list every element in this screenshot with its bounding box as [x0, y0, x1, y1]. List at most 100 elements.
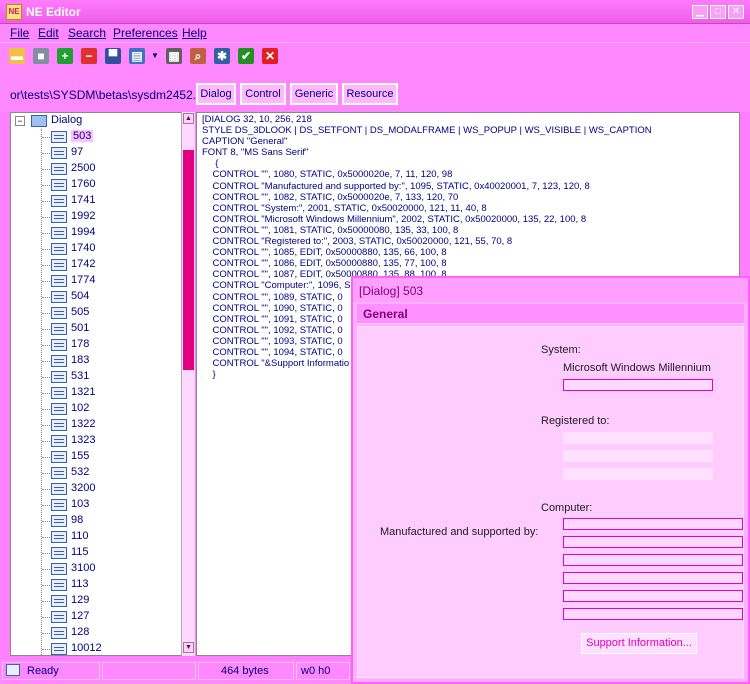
- scroll-down-arrow-icon[interactable]: ▼: [183, 642, 194, 653]
- export-icon[interactable]: ▤: [129, 48, 145, 64]
- code-line: FONT 8, "MS Sans Serif": [202, 147, 309, 159]
- menu-preferences[interactable]: Preferences: [113, 26, 178, 40]
- tree-item-label: 110: [71, 530, 89, 542]
- tree-item[interactable]: 127: [11, 609, 181, 625]
- minimize-button[interactable]: ▁: [692, 5, 708, 19]
- menu-help[interactable]: Help: [182, 26, 207, 40]
- tree-item[interactable]: 110: [11, 529, 181, 545]
- preview-title-bar[interactable]: [Dialog] 503: [353, 278, 748, 302]
- save-icon[interactable]: ■: [33, 48, 49, 64]
- system-extra-field: [563, 379, 713, 391]
- tree-connector: [42, 361, 50, 362]
- tree-item[interactable]: 3200: [11, 481, 181, 497]
- apply-check-icon[interactable]: ✔: [238, 48, 254, 64]
- dialog-resource-icon: [51, 483, 67, 495]
- tree-item-label: 1740: [71, 242, 96, 254]
- tree-item[interactable]: 1774: [11, 273, 181, 289]
- code-line: CONTROL "Registered to:", 2003, STATIC, …: [202, 236, 513, 248]
- tree-item[interactable]: 1323: [11, 433, 181, 449]
- collapse-toggle-icon[interactable]: −: [15, 116, 25, 126]
- tree-item[interactable]: 128: [11, 625, 181, 641]
- add-icon[interactable]: +: [57, 48, 73, 64]
- tree-item[interactable]: 2500: [11, 161, 181, 177]
- close-button[interactable]: ✕: [728, 5, 744, 19]
- tree-connector: [42, 249, 50, 250]
- maximize-button[interactable]: □: [710, 5, 726, 19]
- tree-connector: [42, 393, 50, 394]
- menu-edit[interactable]: Edit: [38, 26, 59, 40]
- tree-item[interactable]: 1992: [11, 209, 181, 225]
- scroll-up-arrow-icon[interactable]: ▲: [183, 113, 194, 124]
- tree-scrollbar[interactable]: ▲ ▼: [181, 112, 195, 656]
- tree-item[interactable]: 1740: [11, 241, 181, 257]
- export-dropdown-arrow-icon[interactable]: ▼: [151, 51, 159, 60]
- registered-org-field[interactable]: [563, 450, 713, 462]
- remove-icon[interactable]: −: [81, 48, 97, 64]
- support-information-button[interactable]: Support Information...: [581, 633, 697, 654]
- tree-item[interactable]: 113: [11, 577, 181, 593]
- tree-item-label: 98: [71, 514, 84, 526]
- tab-resource[interactable]: Resource: [342, 83, 398, 105]
- tree-item[interactable]: 178: [11, 337, 181, 353]
- dialog-resource-icon: [51, 419, 67, 431]
- tree-item[interactable]: 501: [11, 321, 181, 337]
- tree-connector: [42, 505, 50, 506]
- toolbar: ▬ ■ + − ▀ ▤ ▦ ⌕ ✱ ✔ ✕ ▼: [0, 42, 750, 70]
- monitor-icon[interactable]: ▀: [105, 48, 121, 64]
- tree-item-label: 127: [71, 610, 90, 622]
- menu-file[interactable]: File: [10, 26, 29, 40]
- tab-generic[interactable]: Generic: [290, 83, 338, 105]
- tree-item[interactable]: 505: [11, 305, 181, 321]
- tree-item[interactable]: 3100: [11, 561, 181, 577]
- code-line: CONTROL "", 1081, STATIC, 0x50000080, 13…: [202, 224, 459, 236]
- code-line: CONTROL "System:", 2001, STATIC, 0x50020…: [202, 202, 487, 214]
- tree-item[interactable]: 504: [11, 289, 181, 305]
- tree-item[interactable]: 115: [11, 545, 181, 561]
- tree-item[interactable]: 1742: [11, 257, 181, 273]
- dialog-resource-icon: [51, 179, 67, 191]
- tree-item[interactable]: 1741: [11, 193, 181, 209]
- code-line: [DIALOG 32, 10, 256, 218: [202, 114, 312, 125]
- tree-item[interactable]: 1322: [11, 417, 181, 433]
- tree-root-dialog[interactable]: Dialog: [51, 114, 82, 126]
- code-line: STYLE DS_3DLOOK | DS_SETFONT | DS_MODALF…: [202, 125, 652, 137]
- tree-item-label: 1994: [71, 226, 96, 238]
- tree-item[interactable]: 10012: [11, 641, 181, 655]
- tree-item[interactable]: 129: [11, 593, 181, 609]
- scroll-thumb[interactable]: [183, 150, 194, 370]
- tools-icon[interactable]: ✱: [214, 48, 230, 64]
- tree-item[interactable]: 103: [11, 497, 181, 513]
- dialog-resource-icon: [51, 499, 67, 511]
- print-icon[interactable]: ▦: [166, 48, 182, 64]
- registered-serial-field[interactable]: [563, 468, 713, 480]
- title-bar[interactable]: NE NE Editor ▁ □ ✕: [0, 0, 750, 24]
- open-folder-icon[interactable]: ▬: [9, 48, 25, 64]
- tree-item[interactable]: 1321: [11, 385, 181, 401]
- tree-item[interactable]: 531: [11, 369, 181, 385]
- tree-connector: [42, 601, 50, 602]
- tab-control[interactable]: Control: [240, 83, 286, 105]
- tree-item[interactable]: 102: [11, 401, 181, 417]
- dialog-resource-icon: [51, 163, 67, 175]
- tree-item[interactable]: 97: [11, 145, 181, 161]
- tree-item[interactable]: 503: [11, 129, 181, 145]
- cancel-x-icon[interactable]: ✕: [262, 48, 278, 64]
- dialog-preview-window[interactable]: [Dialog] 503 General System: Microsoft W…: [351, 276, 750, 684]
- tree-item-label: 1322: [71, 418, 96, 430]
- resource-tree[interactable]: − Dialog 503 97 2500 1760 1741 1992 1994 1740 17…: [10, 112, 194, 656]
- tab-dialog[interactable]: Dialog: [196, 83, 236, 105]
- dialog-resource-icon: [51, 227, 67, 239]
- tree-item[interactable]: 98: [11, 513, 181, 529]
- status-bar: Ready 464 bytes w0 h0: [0, 660, 350, 684]
- registered-owner-field[interactable]: [563, 432, 713, 444]
- menu-search[interactable]: Search: [68, 26, 106, 40]
- window-title: NE Editor: [26, 5, 81, 19]
- tree-item[interactable]: 1994: [11, 225, 181, 241]
- tree-item[interactable]: 1760: [11, 177, 181, 193]
- tree-item[interactable]: 532: [11, 465, 181, 481]
- find-icon[interactable]: ⌕: [190, 48, 206, 64]
- tree-item[interactable]: 155: [11, 449, 181, 465]
- tree-item[interactable]: 183: [11, 353, 181, 369]
- dialog-resource-icon: [51, 627, 67, 639]
- tree-connector: [42, 585, 50, 586]
